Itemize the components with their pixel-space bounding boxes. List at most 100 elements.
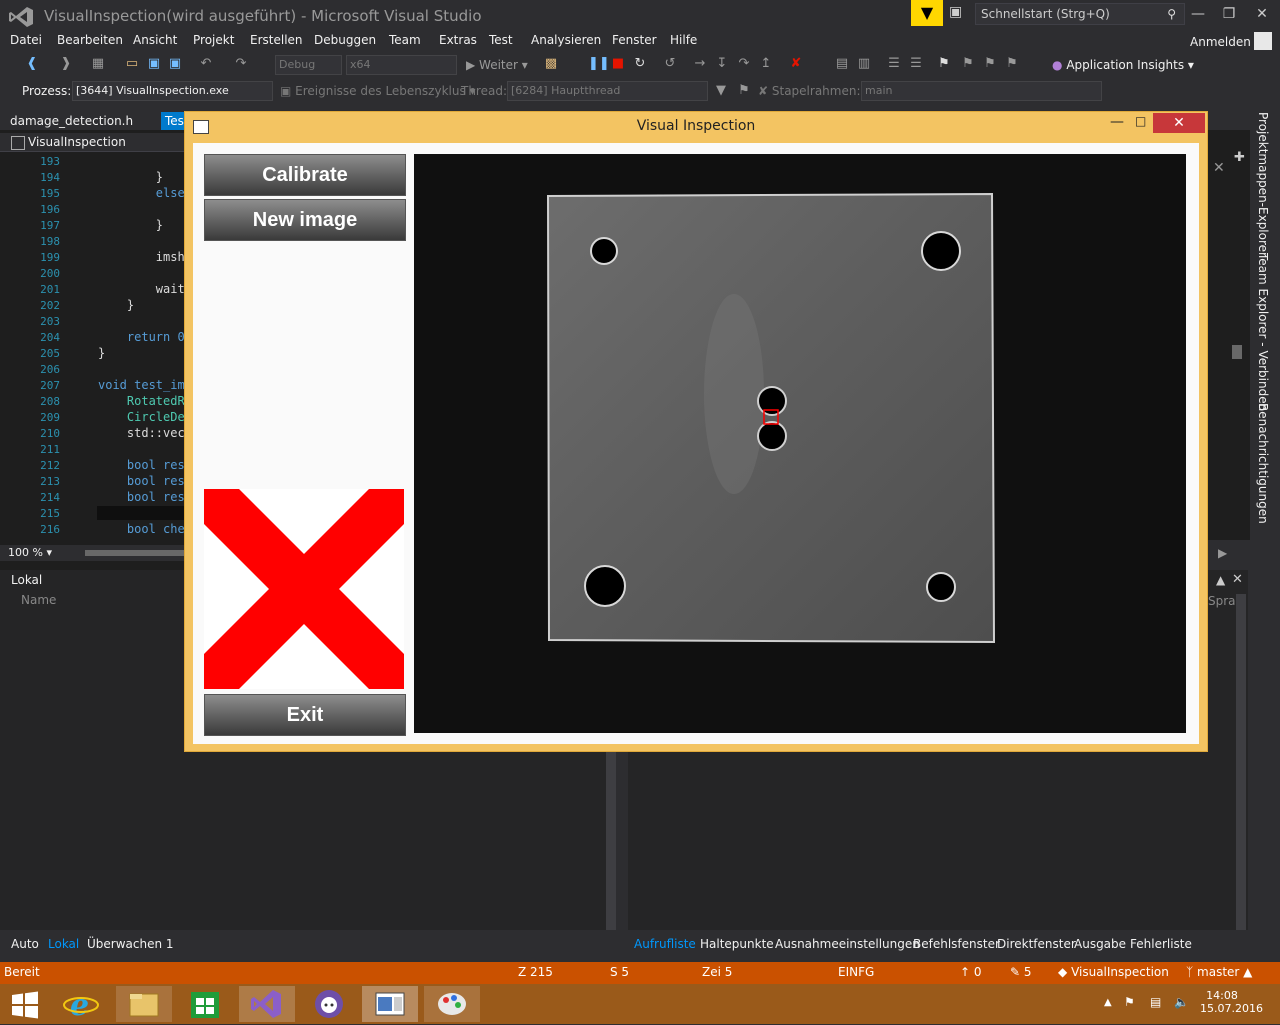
network-icon[interactable]: ▤ <box>1150 995 1161 1009</box>
menu-erstellen[interactable]: Erstellen <box>250 33 303 47</box>
uncomment-icon[interactable]: ☰ <box>908 56 924 72</box>
lifecycle-events-button[interactable]: ▣ Ereignisse des Lebenszyklus ▾ <box>280 84 476 98</box>
menu-fenster[interactable]: Fenster <box>612 33 657 47</box>
prev-bookmark-icon[interactable]: ⚑ <box>960 56 976 72</box>
dialog-minimize-button[interactable]: — <box>1110 114 1124 130</box>
zoom-select[interactable]: 100 % ▾ <box>8 546 52 559</box>
undo-icon[interactable]: ↶ <box>198 56 214 72</box>
tab-auto[interactable]: Auto <box>11 937 39 951</box>
tab-error-list[interactable]: Fehlerliste <box>1130 937 1192 951</box>
visual-inspection-app-icon[interactable] <box>362 986 418 1022</box>
start-icon[interactable] <box>11 991 39 1019</box>
code-map-icon[interactable]: ▤ <box>834 56 850 72</box>
close-button[interactable]: ✕ <box>1246 2 1278 26</box>
clock[interactable]: 14:08 15.07.2016 <box>1200 989 1263 1015</box>
tab-call-stack[interactable]: Aufrufliste <box>634 937 696 951</box>
step-over-icon[interactable]: ↷ <box>736 56 752 72</box>
stop-icon[interactable]: ■ <box>610 56 626 72</box>
thread-filter-icon[interactable]: ▼ <box>713 83 729 99</box>
internet-explorer-icon[interactable]: e <box>54 986 110 1023</box>
process-select[interactable]: [3644] VisualInspection.exe <box>72 81 273 101</box>
volume-icon[interactable]: 🔈 <box>1174 995 1189 1009</box>
feedback-filter-icon[interactable]: ▼ <box>911 0 943 26</box>
restart-icon[interactable]: ↻ <box>632 56 648 72</box>
github-icon[interactable] <box>301 986 357 1022</box>
step-into-icon[interactable]: ↧ <box>714 56 730 72</box>
bookmark-icon[interactable]: ⚑ <box>936 56 952 72</box>
pin-icon[interactable]: ▲ <box>1216 573 1225 587</box>
flag-thread-icon[interactable]: ⚑ <box>736 83 752 99</box>
tab-breakpoints[interactable]: Haltepunkte <box>700 937 774 951</box>
quick-launch-input[interactable]: Schnellstart (Strg+Q) ⚲ <box>975 3 1185 25</box>
menu-extras[interactable]: Extras <box>439 33 477 47</box>
vertical-scrollbar-thumb[interactable] <box>1232 345 1242 359</box>
status-branch[interactable]: ᛉ master ▲ <box>1186 965 1252 979</box>
clear-bookmarks-icon[interactable]: ⚑ <box>1004 56 1020 72</box>
store-icon[interactable] <box>177 986 233 1022</box>
menu-projekt[interactable]: Projekt <box>193 33 234 47</box>
tab-lokal[interactable]: Lokal <box>48 937 79 951</box>
horizontal-scrollbar[interactable] <box>85 550 185 556</box>
comment-icon[interactable]: ☰ <box>886 56 902 72</box>
menu-bearbeiten[interactable]: Bearbeiten <box>57 33 123 47</box>
tab-damage-detection[interactable]: damage_detection.h <box>4 112 139 131</box>
show-next-statement-icon[interactable]: → <box>692 56 708 72</box>
split-icon[interactable]: ✚ <box>1234 150 1245 165</box>
dialog-close-button[interactable]: ✕ <box>1153 113 1205 133</box>
menu-test[interactable]: Test <box>489 33 513 47</box>
menu-ansicht[interactable]: Ansicht <box>133 33 177 47</box>
tab-immediate-window[interactable]: Direktfenster <box>997 937 1076 951</box>
side-tab-team-explorer[interactable]: Team Explorer - Verbinden <box>1256 253 1270 411</box>
back-icon[interactable]: ❰ <box>24 56 40 72</box>
locals-scrollbar[interactable] <box>606 750 616 930</box>
paint-icon[interactable] <box>424 986 480 1022</box>
nav-project-select[interactable]: VisualInspection <box>28 135 126 149</box>
menu-team[interactable]: Team <box>389 33 421 47</box>
pause-icon[interactable]: ❚❚ <box>588 56 610 72</box>
panel-close-icon[interactable]: ✕ <box>1232 572 1243 587</box>
open-file-icon[interactable]: ▭ <box>124 56 140 72</box>
tab-exception-settings[interactable]: Ausnahmeeinstellungen <box>775 937 920 951</box>
visual-studio-taskbar-icon[interactable] <box>239 986 295 1022</box>
attach-icon[interactable]: ▩ <box>543 56 559 72</box>
configuration-select[interactable]: Debug <box>275 55 342 75</box>
menu-debuggen[interactable]: Debuggen <box>314 33 376 47</box>
restore-button[interactable]: ❐ <box>1213 2 1245 26</box>
dialog-maximize-button[interactable]: □ <box>1135 114 1146 128</box>
tab-output[interactable]: Ausgabe <box>1074 937 1126 951</box>
file-explorer-icon[interactable] <box>116 986 172 1022</box>
side-tab-notifications[interactable]: Benachrichtigungen <box>1256 403 1270 524</box>
calibrate-button[interactable]: Calibrate <box>204 154 406 196</box>
avatar[interactable] <box>1254 32 1272 50</box>
menu-analysieren[interactable]: Analysieren <box>531 33 601 47</box>
status-repository[interactable]: ◆ VisualInspection <box>1058 965 1169 979</box>
tab-watch1[interactable]: Überwachen 1 <box>87 937 174 951</box>
tab-command-window[interactable]: Befehlsfenster <box>913 937 1000 951</box>
call-stack-scrollbar[interactable] <box>1236 594 1246 930</box>
layout-icon[interactable]: ▥ <box>856 56 872 72</box>
menu-datei[interactable]: Datei <box>10 33 42 47</box>
refresh-icon[interactable]: ↺ <box>662 56 678 72</box>
exit-button[interactable]: Exit <box>204 694 406 736</box>
close-doc-icon[interactable]: ✕ <box>1213 160 1225 176</box>
next-bookmark-icon[interactable]: ⚑ <box>982 56 998 72</box>
new-image-button[interactable]: New image <box>204 199 406 241</box>
platform-select[interactable]: x64 <box>346 55 457 75</box>
forward-icon[interactable]: ❱ <box>58 56 74 72</box>
remote-icon[interactable]: ▣ <box>949 4 967 22</box>
minimize-button[interactable]: — <box>1182 2 1214 26</box>
redo-icon[interactable]: ↷ <box>233 56 249 72</box>
continue-button[interactable]: ▶ Weiter ▾ <box>466 55 528 75</box>
save-icon[interactable]: ▣ <box>146 56 162 72</box>
tray-expand-icon[interactable]: ▲ <box>1104 997 1112 1008</box>
side-tab-solution-explorer[interactable]: Projektmappen-Explorer <box>1256 112 1270 257</box>
application-insights-button[interactable]: ● Application Insights ▾ <box>1052 55 1194 75</box>
status-publish[interactable]: ↑ 0 <box>960 965 982 979</box>
action-center-icon[interactable]: ⚑ <box>1124 995 1135 1009</box>
thread-select[interactable]: [6284] Hauptthread <box>507 81 708 101</box>
stackframe-select[interactable]: main <box>861 81 1102 101</box>
menu-hilfe[interactable]: Hilfe <box>670 33 697 47</box>
breakpoint-toggle-icon[interactable]: ✘ <box>788 56 804 72</box>
new-project-icon[interactable]: ▦ <box>90 56 106 72</box>
status-pending[interactable]: ✎ 5 <box>1010 965 1032 979</box>
